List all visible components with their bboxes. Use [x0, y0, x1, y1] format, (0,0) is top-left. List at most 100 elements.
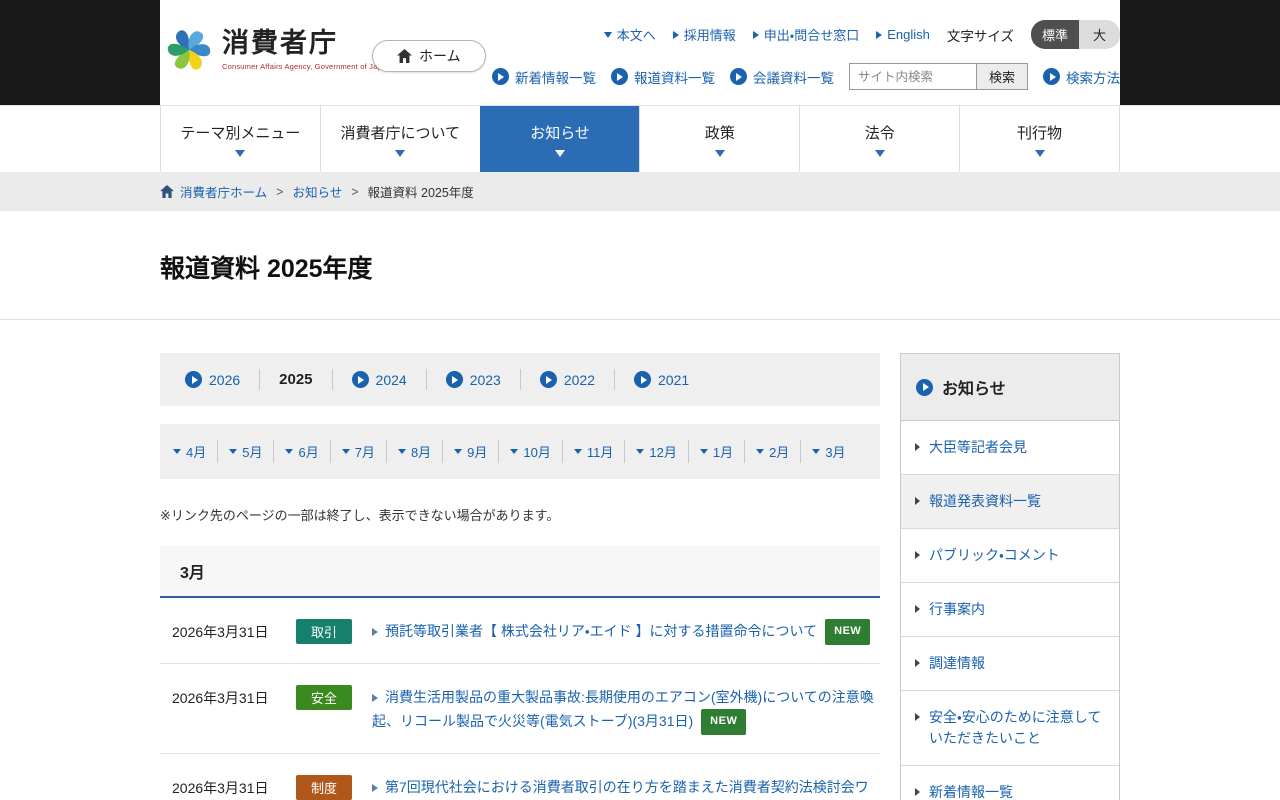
nav-item-publications[interactable]: 刊行物	[959, 106, 1120, 172]
nav-item-theme-menu[interactable]: テーマ別メニュー	[160, 106, 320, 172]
month-tab-jun[interactable]: 6月	[274, 440, 330, 463]
year-tab-2021[interactable]: 2021	[615, 369, 708, 390]
circle-arrow-icon	[730, 68, 747, 85]
recruit-link[interactable]: 採用情報	[673, 25, 736, 44]
month-tab-mar[interactable]: 3月	[801, 440, 856, 463]
year-tab-2025-current: 2025	[260, 369, 332, 390]
quick-link-label: 新着情報一覧	[515, 67, 596, 87]
global-nav: テーマ別メニュー 消費者庁について お知らせ 政策 法令 刊行物	[0, 105, 1280, 172]
year-tab-2024[interactable]: 2024	[333, 369, 427, 390]
bullet-arrow-icon	[372, 694, 378, 702]
sidebar-item-new-info[interactable]: 新着情報一覧	[901, 766, 1119, 800]
nav-item-about[interactable]: 消費者庁について	[320, 106, 480, 172]
press-release-row: 2026年3月31日 安全 消費生活用製品の重大製品事故:長期使用のエアコン(室…	[160, 664, 880, 754]
month-tab-feb[interactable]: 2月	[745, 440, 801, 463]
year-tab-label: 2023	[470, 372, 501, 388]
category-badge: 取引	[296, 619, 352, 644]
month-tab-oct[interactable]: 10月	[499, 440, 562, 463]
month-tab-label: 5月	[242, 442, 262, 461]
agency-logo[interactable]: 消費者庁 Consumer Affairs Agency, Government…	[164, 25, 391, 75]
month-tab-may[interactable]: 5月	[218, 440, 274, 463]
month-tab-jan[interactable]: 1月	[689, 440, 745, 463]
breadcrumb-home-link[interactable]: 消費者庁ホーム	[160, 182, 267, 201]
english-link[interactable]: English	[876, 27, 930, 42]
circle-arrow-icon	[1043, 68, 1060, 85]
home-icon	[160, 185, 174, 198]
search-button[interactable]: 検索	[977, 63, 1028, 90]
contact-link[interactable]: 申出・問合せ窓口	[753, 25, 859, 44]
caret-down-icon	[229, 449, 237, 454]
bullet-arrow-icon	[372, 628, 378, 636]
circle-arrow-icon	[611, 68, 628, 85]
search-input[interactable]	[849, 63, 977, 90]
quick-link-press[interactable]: 報道資料一覧	[611, 67, 715, 87]
arrow-right-icon	[915, 497, 920, 505]
home-icon	[397, 49, 412, 63]
nav-item-notice[interactable]: お知らせ	[480, 106, 640, 172]
search-help-link[interactable]: 検索方法	[1043, 67, 1120, 87]
month-tab-label: 2月	[769, 442, 789, 461]
font-size-switcher: 標準 大	[1031, 20, 1120, 49]
site-header: 消費者庁 Consumer Affairs Agency, Government…	[0, 0, 1280, 105]
sidebar-item-label: 調達情報	[929, 653, 985, 674]
arrow-right-icon	[876, 31, 882, 39]
sidebar: お知らせ 大臣等記者会見 報道発表資料一覧 パブリック・コメント 行事案内	[900, 353, 1120, 800]
arrow-right-icon	[915, 659, 920, 667]
month-tab-dec[interactable]: 12月	[625, 440, 688, 463]
arrow-right-icon	[673, 31, 679, 39]
month-section-header: 3月	[160, 546, 880, 598]
home-button-label: ホーム	[419, 46, 461, 66]
year-tab-2022[interactable]: 2022	[521, 369, 615, 390]
nav-item-policy[interactable]: 政策	[639, 106, 799, 172]
month-tab-aug[interactable]: 8月	[387, 440, 443, 463]
arrow-right-icon	[915, 551, 920, 559]
font-size-large-button[interactable]: 大	[1079, 20, 1120, 49]
year-tab-label: 2024	[376, 372, 407, 388]
news-link[interactable]: 消費生活用製品の重大製品事故:長期使用のエアコン(室外機)についての注意喚起、リ…	[372, 689, 874, 730]
pinwheel-logo-icon	[164, 25, 214, 75]
quick-link-meetings[interactable]: 会議資料一覧	[730, 67, 834, 87]
nav-item-law[interactable]: 法令	[799, 106, 959, 172]
sidebar-item-events[interactable]: 行事案内	[901, 583, 1119, 637]
news-link[interactable]: 預託等取引業者【 株式会社リア・エイド 】に対する措置命令について	[385, 623, 817, 639]
page-title-section: 報道資料 2025年度	[0, 211, 1280, 320]
sidebar-item-press-releases[interactable]: 報道発表資料一覧	[901, 475, 1119, 529]
month-tab-label: 1月	[713, 442, 733, 461]
arrow-right-icon	[753, 31, 759, 39]
circle-arrow-icon	[352, 371, 369, 388]
press-release-row: 2026年3月31日 制度 第7回現代社会における消費者取引の在り方を踏まえた消…	[160, 754, 880, 800]
month-tab-label: 4月	[186, 442, 206, 461]
font-size-label: 文字サイズ	[947, 25, 1014, 45]
sidebar-item-label: 新着情報一覧	[929, 782, 1013, 800]
arrow-right-icon	[915, 788, 920, 796]
quick-links-row: 新着情報一覧 報道資料一覧 会議資料一覧 検索 検索方法	[492, 63, 1120, 90]
breadcrumb-current: 報道資料 2025年度	[368, 182, 474, 201]
month-tab-label: 10月	[523, 442, 550, 461]
month-tab-apr[interactable]: 4月	[162, 440, 218, 463]
new-badge: NEW	[701, 709, 746, 735]
home-button[interactable]: ホーム	[372, 40, 486, 72]
skip-to-content-link[interactable]: 本文へ	[604, 25, 656, 44]
caret-down-icon	[555, 150, 565, 157]
caret-down-icon	[812, 449, 820, 454]
sidebar-item-procurement[interactable]: 調達情報	[901, 637, 1119, 691]
month-tab-sep[interactable]: 9月	[443, 440, 499, 463]
month-tab-label: 8月	[411, 442, 431, 461]
sidebar-item-press-conference[interactable]: 大臣等記者会見	[901, 421, 1119, 475]
year-tab-label: 2025	[279, 371, 312, 388]
font-size-standard-button[interactable]: 標準	[1031, 20, 1079, 49]
quick-link-new-info[interactable]: 新着情報一覧	[492, 67, 596, 87]
logo-title: 消費者庁	[222, 29, 391, 59]
caret-down-icon	[454, 449, 462, 454]
year-tab-2023[interactable]: 2023	[427, 369, 521, 390]
news-link[interactable]: 第7回現代社会における消費者取引の在り方を踏まえた消費者契約法検討会ワーキンググ…	[372, 779, 869, 800]
content: 2026 2025 2024 2023 2022	[0, 320, 1280, 800]
caret-down-icon	[398, 449, 406, 454]
sidebar-item-public-comment[interactable]: パブリック・コメント	[901, 529, 1119, 583]
year-tab-2026[interactable]: 2026	[166, 369, 260, 390]
month-tab-jul[interactable]: 7月	[331, 440, 387, 463]
month-tab-nov[interactable]: 11月	[563, 440, 626, 463]
nav-item-label: 刊行物	[1017, 122, 1062, 143]
breadcrumb-notice-link[interactable]: お知らせ	[292, 182, 342, 201]
sidebar-item-safety-caution[interactable]: 安全・安心のために注意していただきたいこと	[901, 691, 1119, 766]
